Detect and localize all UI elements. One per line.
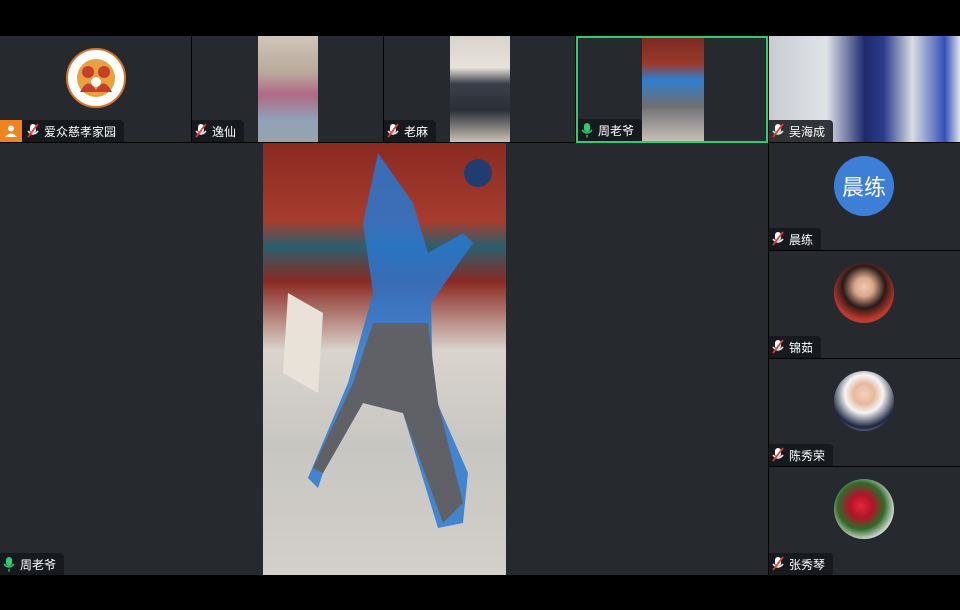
- mic-muted-icon[interactable]: [771, 447, 785, 463]
- mic-muted-icon[interactable]: [771, 556, 785, 572]
- dancer-silhouette: [283, 153, 492, 528]
- avatar: 晨练: [834, 156, 894, 216]
- top-bar: [0, 0, 960, 35]
- mic-muted-icon[interactable]: [26, 123, 40, 139]
- avatar: [834, 371, 894, 431]
- main-video-feed: [263, 143, 506, 575]
- mic-muted-icon[interactable]: [771, 123, 785, 139]
- participant-label: 逸仙: [192, 120, 245, 142]
- participant-label: 陈秀荣: [769, 444, 834, 466]
- organization-logo: [66, 48, 126, 108]
- main-speaker-view[interactable]: 周老爷: [0, 143, 768, 575]
- participant-label: 张秀琴: [769, 553, 834, 575]
- mic-muted-icon[interactable]: [386, 123, 400, 139]
- video-feed: [642, 38, 704, 141]
- participant-label: 周老爷: [578, 119, 643, 141]
- participant-name: 逸仙: [212, 124, 237, 139]
- participant-tile-jinru[interactable]: 锦茹: [769, 251, 960, 358]
- participant-label: 爱众慈孝家园: [0, 120, 125, 142]
- participant-name: 晨练: [789, 232, 814, 247]
- main-speaker-label: 周老爷: [0, 553, 65, 575]
- participant-tile-aizhong[interactable]: 爱众慈孝家园: [0, 36, 191, 142]
- user-icon: [0, 120, 22, 142]
- bottom-bar: [0, 575, 960, 610]
- main-speaker-name: 周老爷: [20, 557, 57, 572]
- participant-label: 老麻: [384, 120, 437, 142]
- participant-name: 陈秀荣: [789, 448, 826, 463]
- participant-label: 晨练: [769, 228, 822, 250]
- avatar: [834, 263, 894, 323]
- mic-muted-icon[interactable]: [771, 339, 785, 355]
- video-feed: [258, 36, 318, 142]
- participant-name: 周老爷: [598, 123, 635, 138]
- participant-tile-zhangxiuqin[interactable]: 张秀琴: [769, 467, 960, 575]
- participant-name: 张秀琴: [789, 557, 826, 572]
- participant-name: 爱众慈孝家园: [44, 124, 117, 139]
- participant-name: 吴海成: [789, 124, 826, 139]
- participant-label: 吴海成: [769, 120, 834, 142]
- participant-tile-chenxiurong[interactable]: 陈秀荣: [769, 359, 960, 466]
- participant-name: 锦茹: [789, 340, 814, 355]
- participant-tile-zhoulaoye-active[interactable]: 周老爷: [576, 36, 768, 143]
- video-feed: [450, 36, 510, 142]
- mic-muted-icon[interactable]: [771, 231, 785, 247]
- avatar: [834, 479, 894, 539]
- participant-name: 老麻: [404, 124, 429, 139]
- participant-tile-laoma[interactable]: 老麻: [384, 36, 575, 142]
- mic-muted-icon[interactable]: [194, 123, 208, 139]
- participant-tile-chenlian[interactable]: 晨练 晨练: [769, 143, 960, 250]
- participant-tile-yixian[interactable]: 逸仙: [192, 36, 383, 142]
- participant-label: 锦茹: [769, 336, 822, 358]
- participant-tile-wuhaicheng[interactable]: 吴海成: [769, 36, 960, 142]
- mic-active-icon[interactable]: [2, 556, 16, 572]
- mic-active-icon[interactable]: [580, 122, 594, 138]
